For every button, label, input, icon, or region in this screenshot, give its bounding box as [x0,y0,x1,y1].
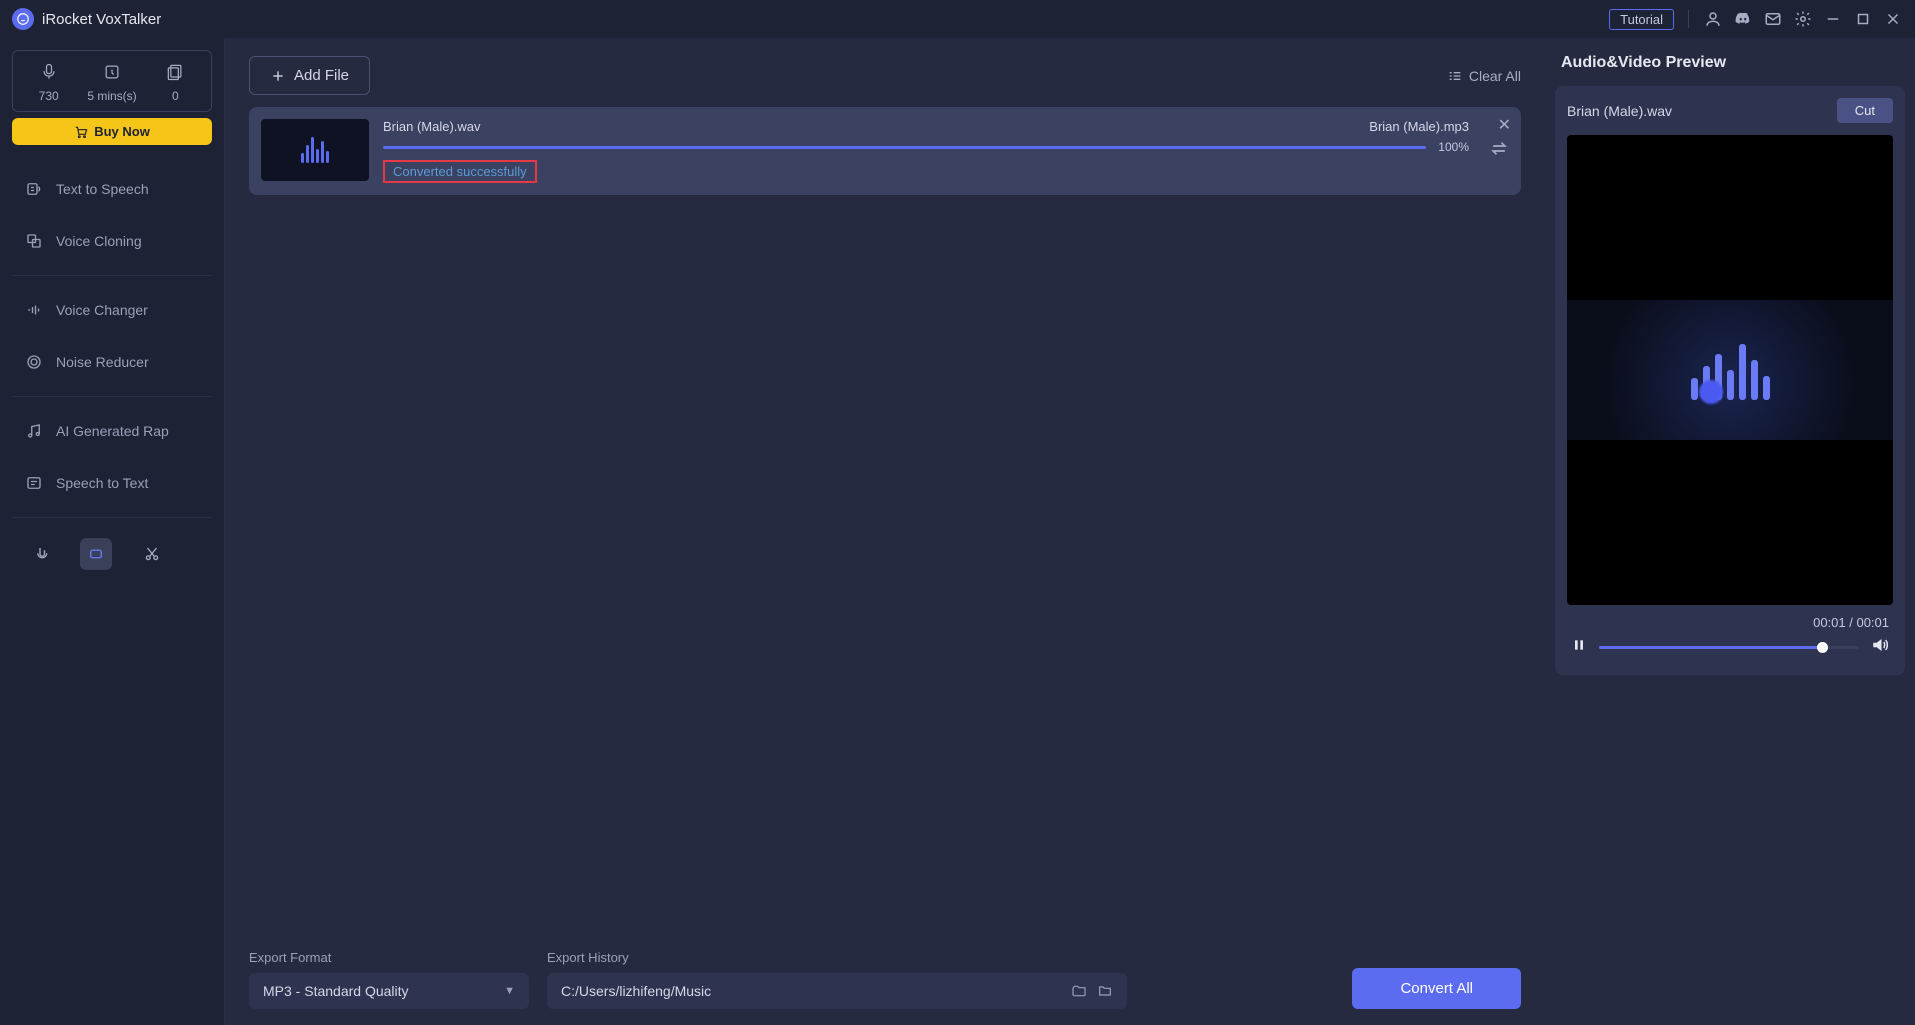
file-row[interactable]: Brian (Male).wav Brian (Male).mp3 100% C… [249,107,1521,195]
progress-bar [383,146,1426,149]
dest-filename: Brian (Male).mp3 [1369,119,1469,134]
buy-now-label: Buy Now [94,124,150,139]
cloning-icon [24,231,44,251]
export-format-value: MP3 - Standard Quality [263,983,409,999]
cart-icon [74,125,88,139]
nav-ai-rap[interactable]: AI Generated Rap [8,405,216,457]
nav-speech-to-text[interactable]: Speech to Text [8,457,216,509]
preview-title: Audio&Video Preview [1555,54,1905,72]
pause-button[interactable] [1571,637,1587,658]
nav-label: Speech to Text [56,475,148,491]
status-badge: Converted successfully [383,160,537,183]
nav-voice-changer[interactable]: Voice Changer [8,284,216,336]
waveform-icon [1691,340,1770,400]
remove-file-icon[interactable]: ✕ [1498,115,1511,135]
folder-icon[interactable] [1097,983,1113,999]
swap-icon[interactable] [1489,139,1509,164]
nav-label: AI Generated Rap [56,423,169,439]
rap-icon [24,421,44,441]
export-format-label: Export Format [249,950,529,965]
clear-all-label: Clear All [1469,68,1521,84]
file-thumbnail [261,119,369,181]
app-title: iRocket VoxTalker [42,11,161,28]
stat-2: 5 mins(s) [80,89,143,103]
open-folder-icon[interactable] [1071,983,1087,999]
tool-cut-icon[interactable] [136,538,168,570]
buy-now-button[interactable]: Buy Now [12,118,212,145]
plus-icon [270,68,286,84]
close-icon[interactable] [1883,9,1903,29]
tool-convert-icon[interactable] [80,538,112,570]
preview-filename: Brian (Male).wav [1567,103,1672,119]
convert-all-button[interactable]: Convert All [1352,968,1521,1009]
nav-label: Voice Cloning [56,233,142,249]
stats-box: 730 5 mins(s) 0 [12,50,212,112]
tutorial-button[interactable]: Tutorial [1609,9,1674,30]
main-area: Add File Clear All [225,38,1915,1025]
export-history-field[interactable]: C:/Users/lizhifeng/Music [547,973,1127,1009]
clear-all-button[interactable]: Clear All [1447,68,1521,84]
nav-label: Noise Reducer [56,354,149,370]
maximize-icon[interactable] [1853,9,1873,29]
video-preview [1567,135,1893,605]
timer-icon [80,61,143,83]
nav-label: Voice Changer [56,302,148,318]
source-filename: Brian (Male).wav [383,119,481,134]
preview-panel: Audio&Video Preview Brian (Male).wav Cut [1545,38,1915,1025]
nav-text-to-speech[interactable]: Text to Speech [8,163,216,215]
stat-1: 730 [17,89,80,103]
chevron-down-icon: ▼ [504,985,515,997]
sidebar: 730 5 mins(s) 0 Buy Now Text to Speech V… [0,38,225,1025]
volume-icon[interactable] [1871,636,1889,659]
nav-voice-cloning[interactable]: Voice Cloning [8,215,216,267]
progress-percent: 100% [1438,140,1469,154]
cut-button[interactable]: Cut [1837,98,1893,123]
mic-icon [17,61,80,83]
export-history-label: Export History [547,950,1127,965]
nav-label: Text to Speech [56,181,149,197]
playback-time: 00:01 / 00:01 [1567,605,1893,636]
list-icon [1447,68,1463,84]
settings-icon[interactable] [1793,9,1813,29]
waveform-icon [301,137,329,163]
changer-icon [24,300,44,320]
add-file-label: Add File [294,67,349,84]
tool-attach-icon[interactable] [24,538,56,570]
app-logo [12,8,34,30]
discord-icon[interactable] [1733,9,1753,29]
minimize-icon[interactable] [1823,9,1843,29]
stat-3: 0 [144,89,207,103]
seek-bar[interactable] [1599,646,1859,649]
files-icon [144,61,207,83]
add-file-button[interactable]: Add File [249,56,370,95]
mail-icon[interactable] [1763,9,1783,29]
export-history-path: C:/Users/lizhifeng/Music [561,983,711,999]
tts-icon [24,179,44,199]
stt-icon [24,473,44,493]
export-format-select[interactable]: MP3 - Standard Quality ▼ [249,973,529,1009]
noise-icon [24,352,44,372]
titlebar: iRocket VoxTalker Tutorial [0,0,1915,38]
user-icon[interactable] [1703,9,1723,29]
nav-noise-reducer[interactable]: Noise Reducer [8,336,216,388]
